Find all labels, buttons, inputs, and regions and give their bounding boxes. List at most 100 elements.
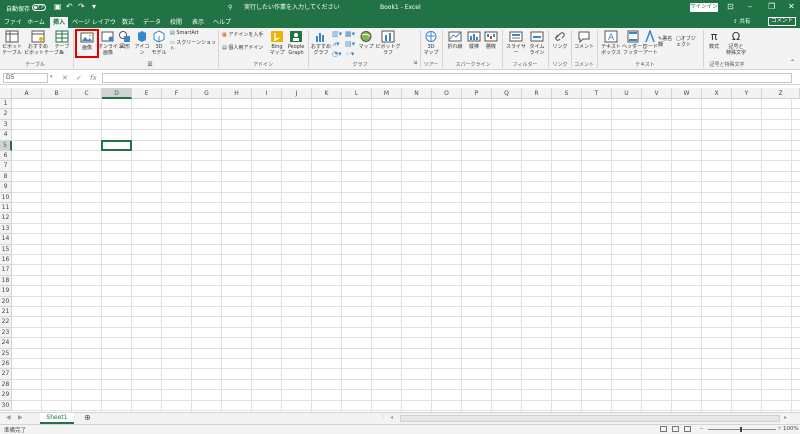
column-header-N[interactable]: N [402, 88, 432, 99]
redo-icon[interactable]: ↷ [78, 2, 85, 11]
sparkline-column-button[interactable]: 縦棒 [465, 30, 483, 50]
statistic-chart-icon[interactable]: ▤▾ [345, 41, 355, 48]
row-header-9[interactable]: 9 [0, 182, 12, 193]
zoom-in-icon[interactable]: + [777, 425, 782, 432]
search-icon[interactable]: ⚲ [228, 4, 232, 11]
sheet-tab[interactable]: Sheet1 [40, 413, 74, 424]
line-chart-icon[interactable]: ⩘▾ [332, 41, 339, 48]
column-header-W[interactable]: W [672, 88, 702, 99]
page-break-view-icon[interactable] [684, 426, 691, 432]
row-header-11[interactable]: 11 [0, 203, 12, 214]
tab-view[interactable]: 表示 [190, 17, 206, 28]
worksheet-grid[interactable]: A B C D E F G H I J K L M N O P Q R S T U V W X Y Z 1 2 3 4 5 6 7 8 9 10 11 1… [0, 88, 800, 412]
row-header-6[interactable]: 6 [0, 151, 12, 162]
column-header-A[interactable]: A [12, 88, 42, 99]
people-graph-button[interactable]: People Graph [286, 30, 306, 56]
save-icon[interactable]: ▣ [54, 2, 62, 11]
timeline-button[interactable]: タイム ライン [528, 30, 546, 56]
close-icon[interactable]: ✕ [788, 2, 795, 11]
column-header-V[interactable]: V [642, 88, 672, 99]
row-header-23[interactable]: 23 [0, 327, 12, 339]
column-header-C[interactable]: C [72, 88, 102, 99]
column-header-X[interactable]: X [702, 88, 732, 99]
row-header-27[interactable]: 27 [0, 369, 12, 380]
shapes-button[interactable]: 図形 [118, 30, 132, 50]
pivot-chart-button[interactable]: ピボットグラフ [374, 30, 402, 56]
icons-button[interactable]: アイコン [133, 30, 151, 56]
zoom-level[interactable]: 100% [783, 426, 799, 432]
column-header-F[interactable]: F [162, 88, 192, 99]
tab-review[interactable]: 校閲 [168, 17, 184, 28]
text-box-button[interactable]: A テキスト ボックス [600, 30, 622, 56]
zoom-slider[interactable] [708, 429, 776, 430]
row-header-21[interactable]: 21 [0, 307, 12, 318]
hierarchy-chart-icon[interactable]: ▦▾ [345, 31, 355, 38]
search-input[interactable]: 実行したい作業を入力してください [244, 2, 394, 13]
insert-comment-button[interactable]: コメント [574, 30, 594, 50]
row-header-1[interactable]: 1 [0, 99, 12, 110]
column-header-Q[interactable]: Q [492, 88, 522, 99]
row-header-24[interactable]: 24 [0, 338, 12, 349]
row-header-28[interactable]: 28 [0, 379, 12, 391]
column-header-T[interactable]: T [582, 88, 612, 99]
sparkline-winloss-button[interactable]: 勝敗 [483, 30, 499, 50]
collapse-ribbon-icon[interactable]: ⌃ [790, 60, 795, 66]
row-header-17[interactable]: 17 [0, 265, 12, 276]
tab-formulas[interactable]: 数式 [120, 17, 136, 28]
chart-dialog-launcher-icon[interactable]: ⇲ [413, 60, 417, 66]
row-header-20[interactable]: 20 [0, 296, 12, 307]
recommended-pivot-button[interactable]: おすすめ ピボットテーブル [24, 30, 64, 56]
online-pictures-button[interactable]: オンライン 画像 [98, 30, 123, 56]
row-header-10[interactable]: 10 [0, 192, 12, 203]
tab-data[interactable]: データ [142, 17, 162, 28]
get-addins-button[interactable]: ▦ アドインを入手 [222, 32, 264, 38]
scroll-left-icon[interactable]: ◂ [390, 414, 393, 421]
object-button[interactable]: ▢オブジェクト [676, 36, 700, 48]
horizontal-scrollbar[interactable] [400, 415, 780, 422]
column-header-J[interactable]: J [282, 88, 312, 99]
3d-map-button[interactable]: 3D マップ [423, 30, 439, 56]
column-header-L[interactable]: L [342, 88, 372, 99]
column-header-D[interactable]: D [102, 88, 132, 99]
column-header-S[interactable]: S [552, 88, 582, 99]
customize-qat-icon[interactable]: ▾ [92, 2, 96, 11]
bing-maps-button[interactable]: Bing マップ [268, 30, 286, 56]
comments-button[interactable]: コメント [768, 17, 796, 26]
row-header-25[interactable]: 25 [0, 348, 12, 359]
tab-split-handle-icon[interactable]: ⋮ [380, 414, 386, 421]
column-header-U[interactable]: U [612, 88, 642, 99]
select-all-corner[interactable] [0, 88, 12, 99]
active-cell[interactable] [101, 139, 132, 151]
link-button[interactable]: リンク [551, 30, 569, 50]
row-header-18[interactable]: 18 [0, 275, 12, 287]
row-header-7[interactable]: 7 [0, 161, 12, 172]
equation-button[interactable]: π 数式 [706, 30, 722, 50]
column-header-K[interactable]: K [312, 88, 342, 99]
cancel-icon[interactable]: ✕ [62, 74, 68, 82]
column-chart-icon[interactable]: ▥▾ [332, 31, 342, 38]
row-header-2[interactable]: 2 [0, 109, 12, 120]
column-header-B[interactable]: B [42, 88, 72, 99]
3d-models-button[interactable]: 3D モデル [151, 30, 167, 56]
row-header-30[interactable]: 30 [0, 400, 12, 411]
next-sheet-icon[interactable]: ▶ [18, 414, 23, 421]
enter-icon[interactable]: ✓ [76, 74, 82, 82]
row-header-3[interactable]: 3 [0, 119, 12, 131]
column-header-G[interactable]: G [192, 88, 222, 99]
header-footer-button[interactable]: ヘッダーと フッター [622, 30, 647, 56]
namebox-dropdown-icon[interactable]: ▾ [50, 74, 53, 80]
row-header-16[interactable]: 16 [0, 255, 12, 266]
normal-view-icon[interactable] [660, 426, 667, 432]
symbol-button[interactable]: Ω 記号と 特殊文字 [724, 30, 748, 56]
column-header-O[interactable]: O [432, 88, 462, 99]
signature-line-button[interactable]: ✎署名欄 [658, 36, 676, 48]
ribbon-display-icon[interactable]: ⊡ [727, 2, 734, 11]
tab-help[interactable]: ヘルプ [212, 17, 232, 28]
column-header-H[interactable]: H [222, 88, 252, 99]
screenshot-button[interactable]: ▭ スクリーンショット [170, 40, 218, 52]
zoom-slider-thumb[interactable] [740, 427, 742, 432]
pie-chart-icon[interactable]: ◔▾ [332, 51, 342, 58]
row-header-12[interactable]: 12 [0, 213, 12, 224]
page-layout-view-icon[interactable] [672, 426, 679, 432]
minimize-icon[interactable]: – [748, 2, 752, 11]
